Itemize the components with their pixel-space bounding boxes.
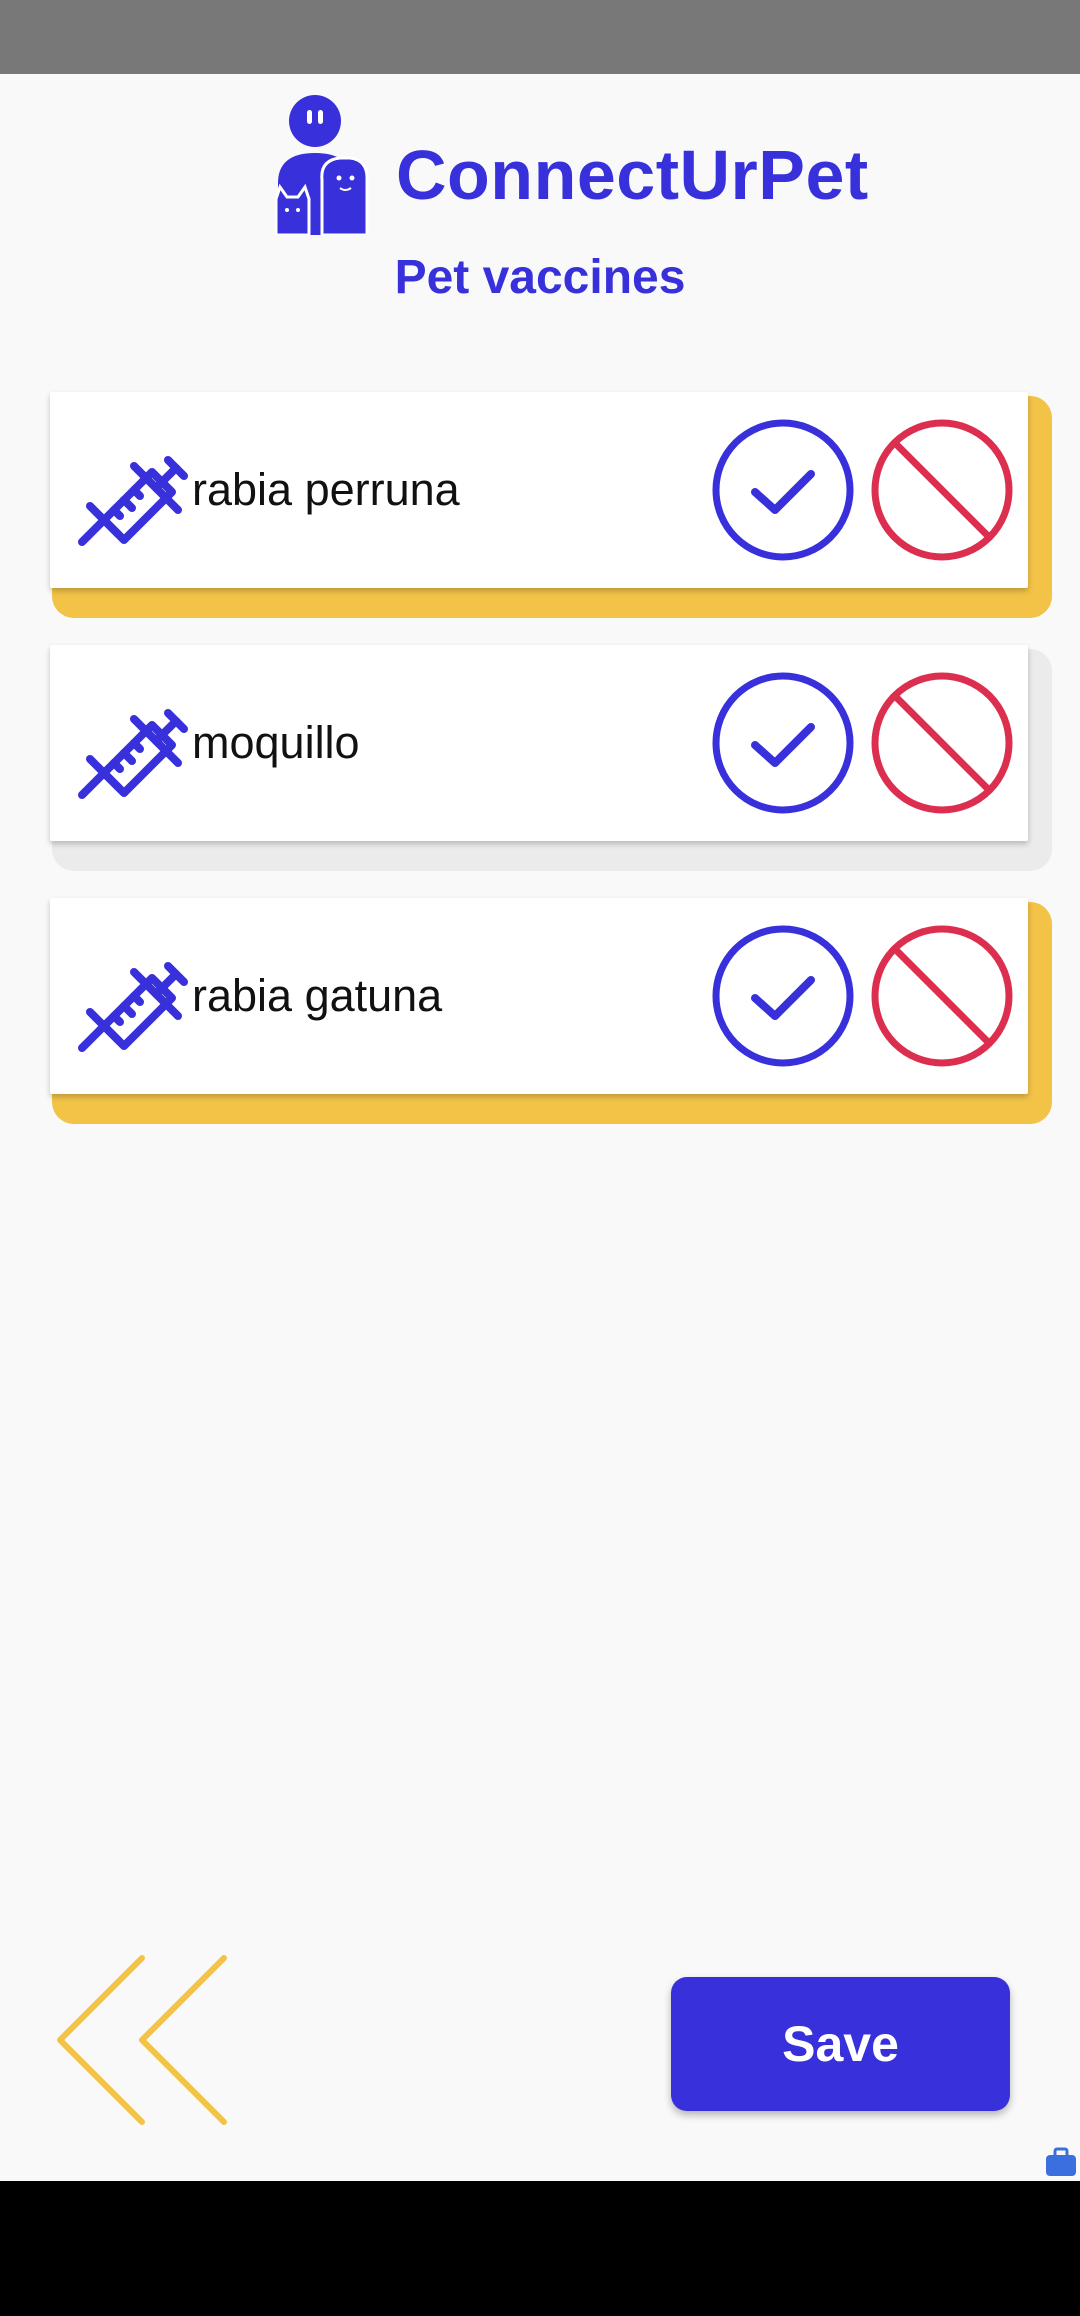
prohibited-icon[interactable] [870,671,1014,815]
double-chevron-left-icon[interactable] [52,1952,232,2128]
vaccine-card: moquillo [50,645,1052,871]
vaccine-card: rabia gatuna [50,898,1052,1124]
page-title: Pet vaccines [394,251,686,304]
vaccine-card: rabia perruna [50,392,1052,618]
user-with-pets-icon [274,95,369,235]
syringe-icon [76,685,192,801]
status-bar [0,0,1080,74]
check-circle-icon[interactable] [711,671,855,815]
save-button[interactable]: Save [671,1977,1010,2111]
vaccine-name: rabia gatuna [192,970,443,1021]
vaccine-card-body: rabia perruna [50,392,1028,588]
briefcase-icon [1046,2147,1076,2176]
syringe-icon [76,432,192,548]
check-circle-icon[interactable] [711,924,855,1068]
prohibited-icon[interactable] [870,418,1014,562]
vaccine-card-body: moquillo [50,645,1028,841]
navigation-bar [0,2181,1080,2316]
vaccine-card-body: rabia gatuna [50,898,1028,1094]
prohibited-icon[interactable] [870,924,1014,1068]
app-title: ConnectUrPet [396,136,869,214]
check-circle-icon[interactable] [711,418,855,562]
vaccine-name: moquillo [192,717,360,768]
vaccine-name: rabia perruna [192,464,460,515]
syringe-icon [76,938,192,1054]
